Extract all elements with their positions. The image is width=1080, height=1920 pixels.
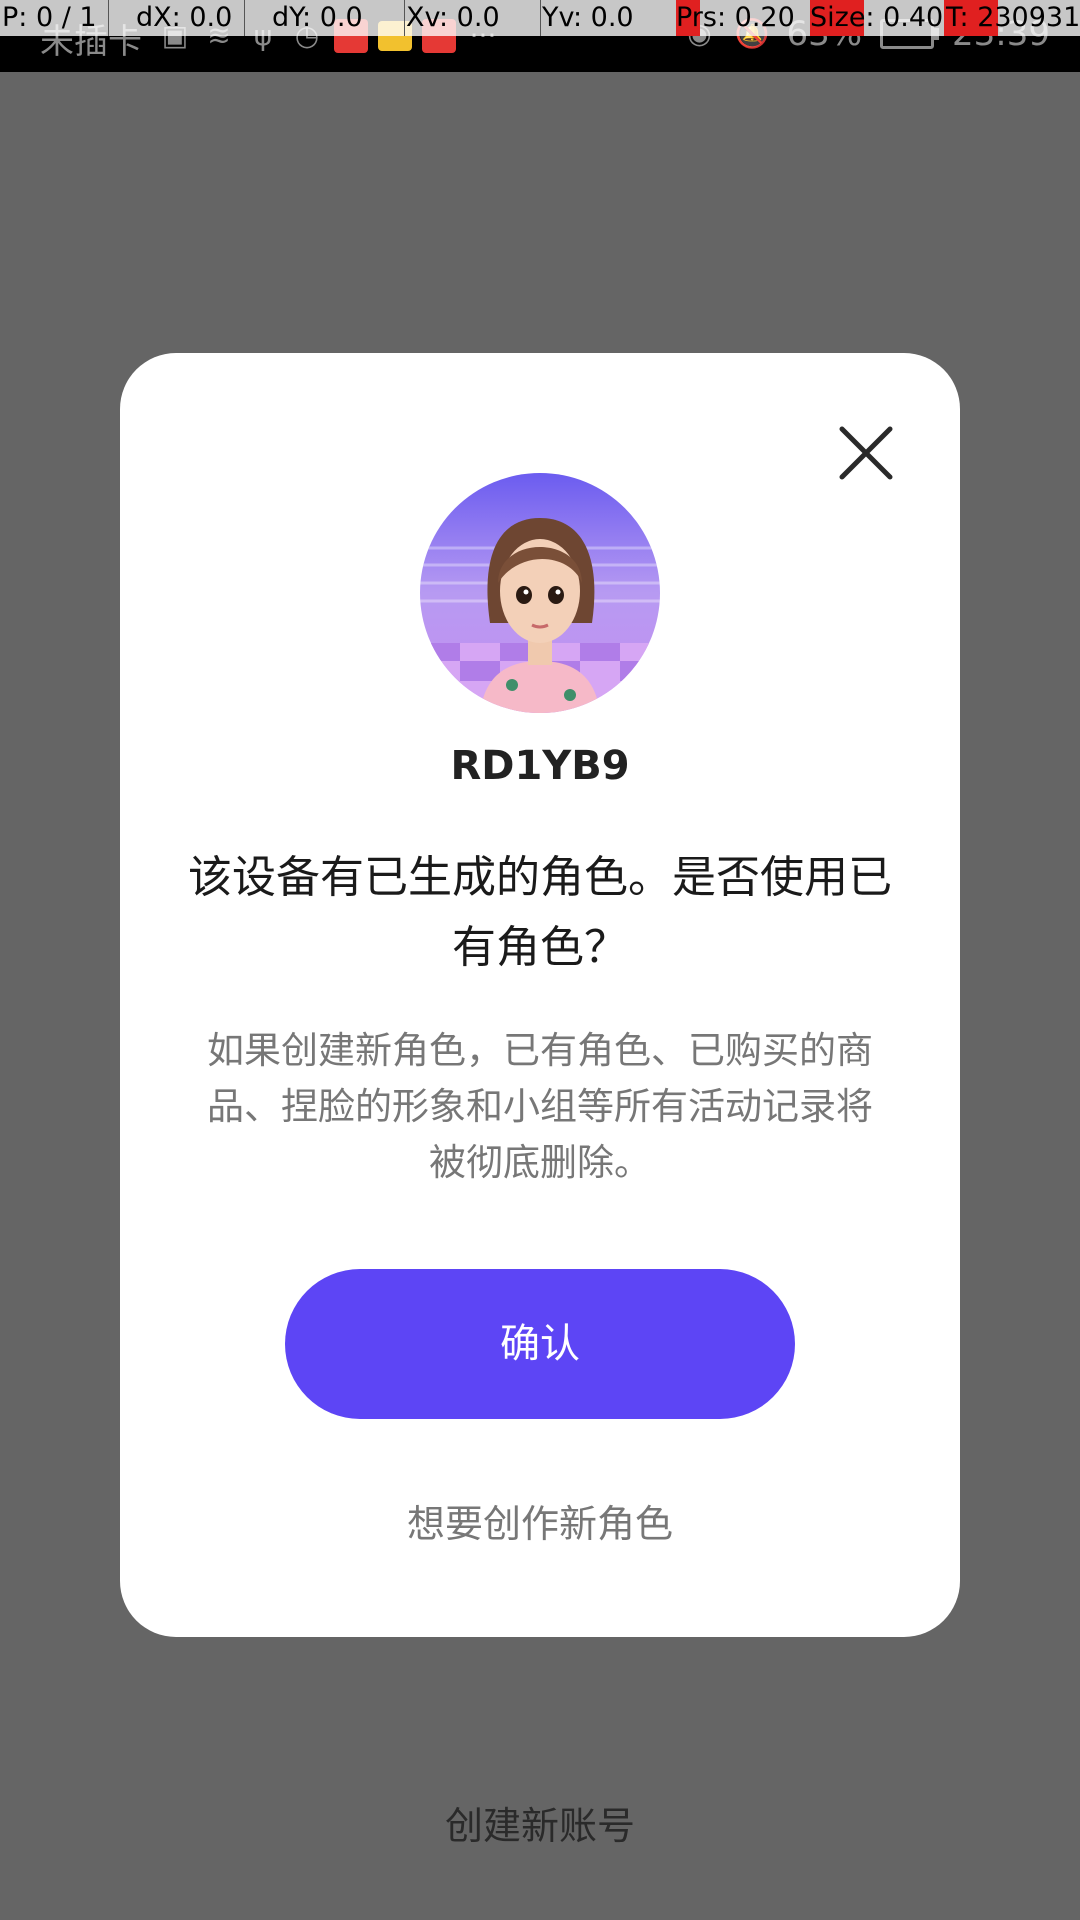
- overlay-divider: [404, 0, 405, 36]
- dialog-title: 该设备有已生成的角色。是否使用已有角色？: [188, 852, 892, 973]
- overlay-time: T: 230931: [946, 2, 1080, 33]
- pointer-location-overlay: P: 0 / 1 dX: 0.0 dY: 0.0 Xv: 0.0 Yv: 0.0…: [0, 0, 1080, 36]
- avatar: [420, 473, 660, 713]
- overlay-dx: dX: 0.0: [136, 2, 233, 33]
- overlay-divider: [108, 0, 109, 36]
- overlay-divider: [244, 0, 245, 36]
- overlay-dy: dY: 0.0: [272, 2, 363, 33]
- confirm-button[interactable]: 确认: [285, 1269, 795, 1419]
- username-label: RD1YB9: [450, 743, 630, 789]
- overlay-pointer-count: P: 0 / 1: [2, 2, 97, 33]
- overlay-yv: Yv: 0.0: [542, 2, 634, 33]
- overlay-pressure: Prs: 0.20: [676, 2, 795, 33]
- overlay-xv: Xv: 0.0: [406, 2, 500, 33]
- overlay-size: Size: 0.40: [810, 2, 944, 33]
- dialog-description: 如果创建新角色，已有角色、已购买的商品、捏脸的形象和小组等所有活动记录将被彻底删…: [207, 1029, 873, 1184]
- close-button[interactable]: [838, 425, 894, 481]
- close-icon: [839, 426, 893, 480]
- create-new-account-link[interactable]: 创建新账号: [0, 1795, 1080, 1850]
- create-new-character-link[interactable]: 想要创作新角色: [120, 1493, 960, 1548]
- overlay-divider: [540, 0, 541, 36]
- character-avatar-image: [420, 473, 660, 713]
- existing-character-dialog: RD1YB9 该设备有已生成的角色。是否使用已有角色？ 如果创建新角色，已有角色…: [120, 353, 960, 1637]
